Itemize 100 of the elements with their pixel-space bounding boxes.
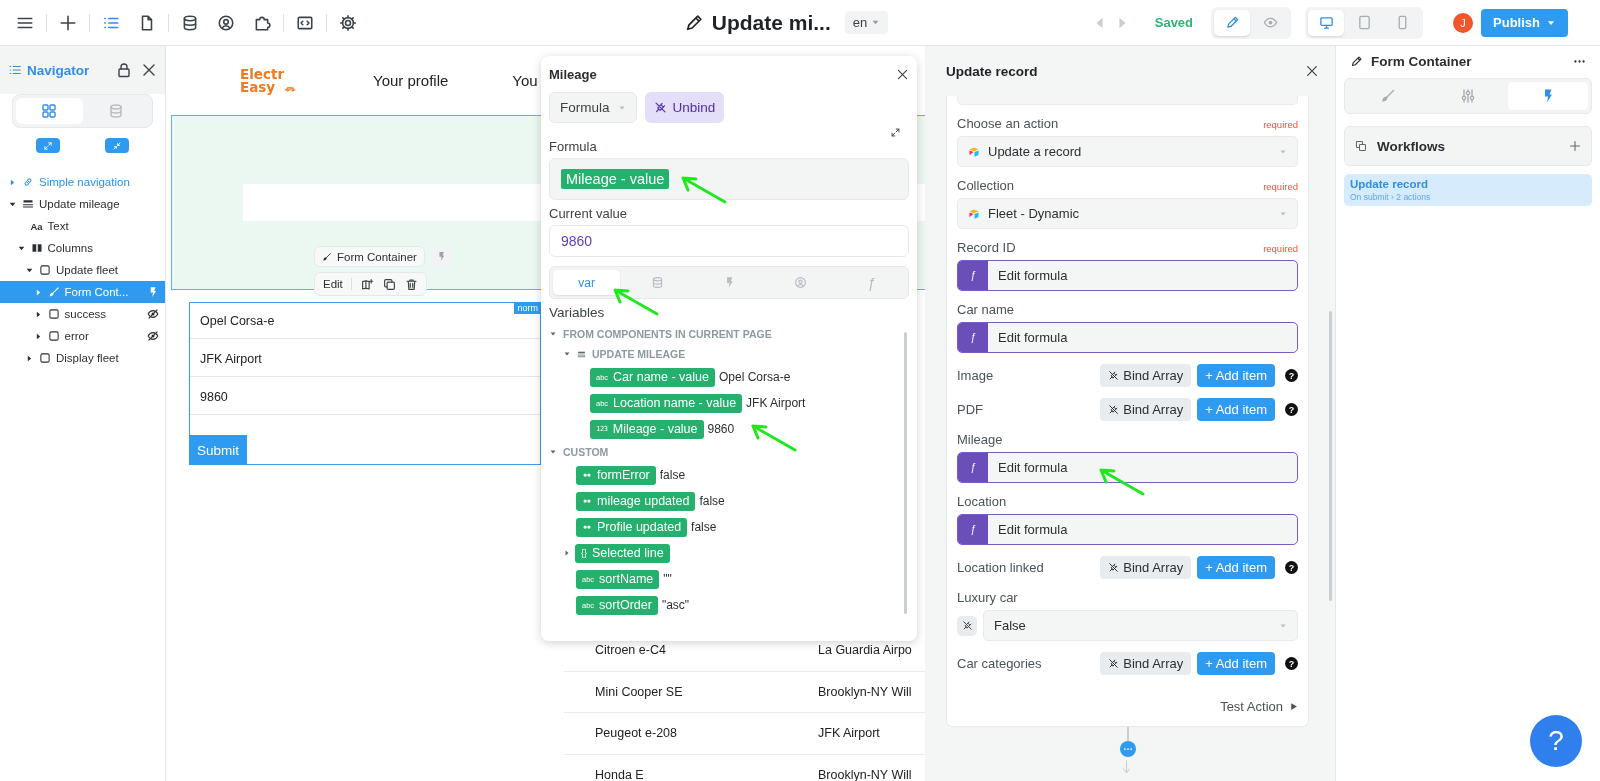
tree-item[interactable]: Update fleet [0,259,165,281]
edit-button[interactable]: Edit [323,278,352,290]
tree-item[interactable]: Update mileage [0,193,165,215]
mode-button[interactable] [1214,9,1251,36]
database-icon [651,276,665,289]
tablet-icon [1356,15,1372,30]
variable-value: 9860 [707,422,735,436]
tree-item[interactable]: Display fleet [0,347,165,369]
book-plus-icon[interactable] [360,277,374,291]
expand-all-button[interactable] [36,138,61,153]
table-cell: JFK Airport [818,726,880,741]
pencil-icon [1224,15,1240,30]
collapse-icon [111,140,122,151]
plug-icon [1108,370,1120,381]
tree-item[interactable]: Aa Text [0,215,165,237]
field-label: PDF [957,402,984,417]
help-button[interactable]: ? [1530,715,1582,767]
mode-dropdown[interactable]: Formula [549,92,637,123]
test-action-button[interactable]: Test Action [1220,699,1298,714]
lock-icon[interactable] [116,62,132,78]
desktop-icon [1318,15,1334,30]
variable-value: JFK Airport [746,396,806,410]
plus-icon[interactable] [59,13,77,32]
tab[interactable]: var [553,270,621,295]
tree-item[interactable]: Simple navigation [0,171,165,193]
user-icon[interactable] [217,13,235,32]
form-icon [577,349,586,359]
section-title: Workflows [1377,138,1446,154]
formula-field[interactable]: ƒ Edit formula [957,452,1298,483]
cube-icon [968,145,980,158]
plug-icon [961,620,973,631]
caret-icon [871,18,881,27]
close-icon[interactable] [141,62,157,78]
panel-title: Navigator [27,62,91,78]
play-icon [1289,702,1298,711]
scrollbar[interactable] [904,332,907,614]
help-icon[interactable]: ? [1285,561,1298,574]
bind-array-button[interactable]: Bind Array [1100,652,1192,675]
table-cell: Brooklyn-NY Will [818,684,912,699]
formula-field[interactable]: ƒ Edit formula [957,322,1298,353]
brush-icon [1380,88,1396,104]
page-title[interactable]: Update mi... [711,10,831,35]
field-label: Location linked [957,560,1045,575]
select-field[interactable]: False [983,610,1298,641]
close-icon[interactable] [896,67,909,81]
variable-value: false [659,468,686,482]
database-icon [107,103,124,119]
trash-icon[interactable] [404,277,418,291]
variable-value: "asc" [661,598,690,612]
tree-item[interactable]: error [0,325,165,347]
field-label: Car name [957,302,1015,317]
help-icon[interactable]: ? [1285,657,1298,670]
cube-icon [968,207,980,220]
caret-icon[interactable] [25,353,34,363]
nav-link[interactable]: Your profile [373,72,449,89]
close-icon[interactable] [1305,64,1319,78]
plug-icon [1108,658,1120,669]
input-field[interactable]: JFK Airport [190,341,540,377]
table-cell: La Guardia Airpo [818,643,912,658]
variable-value: Opel Corsa-e [718,370,791,384]
database-icon[interactable] [181,13,199,32]
formula-field[interactable]: ƒ Edit formula [957,514,1298,545]
popup-title: Mileage [549,66,597,82]
table-cell-text: Honda E [594,767,645,781]
help-icon[interactable]: ? [1285,369,1298,382]
eye-slash-icon[interactable] [147,330,159,342]
select-field[interactable]: Fleet - Dynamic [957,198,1298,229]
bind-array-button[interactable]: Bind Array [1100,398,1192,421]
required-label: required [1263,181,1298,192]
bind-array-button[interactable]: Bind Array [1100,556,1192,579]
field-label: Formula [549,139,598,154]
collapse-all-button[interactable] [104,138,129,153]
unbind-button[interactable]: Unbind [644,92,725,123]
help-icon[interactable]: ? [1285,403,1298,416]
settings-icon[interactable] [339,13,357,32]
grid-icon [41,103,58,119]
variable-value: false [699,494,725,508]
expand-icon[interactable] [890,127,901,138]
select-field[interactable]: Update a record [957,136,1298,167]
save-status: Saved [1154,15,1194,30]
input-field[interactable]: 9860 [190,379,540,415]
tree-item[interactable]: success [0,303,165,325]
nav-link[interactable]: You [512,72,538,89]
stack-icon [1355,140,1367,152]
eye-slash-icon[interactable] [147,308,159,320]
copy-icon[interactable] [382,277,396,291]
plus-icon[interactable] [1569,140,1581,152]
required-label: required [1263,243,1298,254]
bind-button[interactable] [957,615,977,636]
formula-field[interactable]: ƒ Edit formula [957,260,1298,291]
group-label: CUSTOM [563,446,609,458]
scrollbar[interactable] [1329,311,1332,601]
component-label[interactable]: Form Container [314,246,425,267]
language-dropdown[interactable]: en [844,11,889,34]
plug-icon [1108,404,1120,415]
section-title: Variables [549,305,606,320]
add-step-button[interactable] [1119,741,1136,757]
tree-item[interactable]: Columns [0,237,165,259]
device-button[interactable] [1308,9,1345,36]
bind-array-button[interactable]: Bind Array [1100,364,1192,387]
